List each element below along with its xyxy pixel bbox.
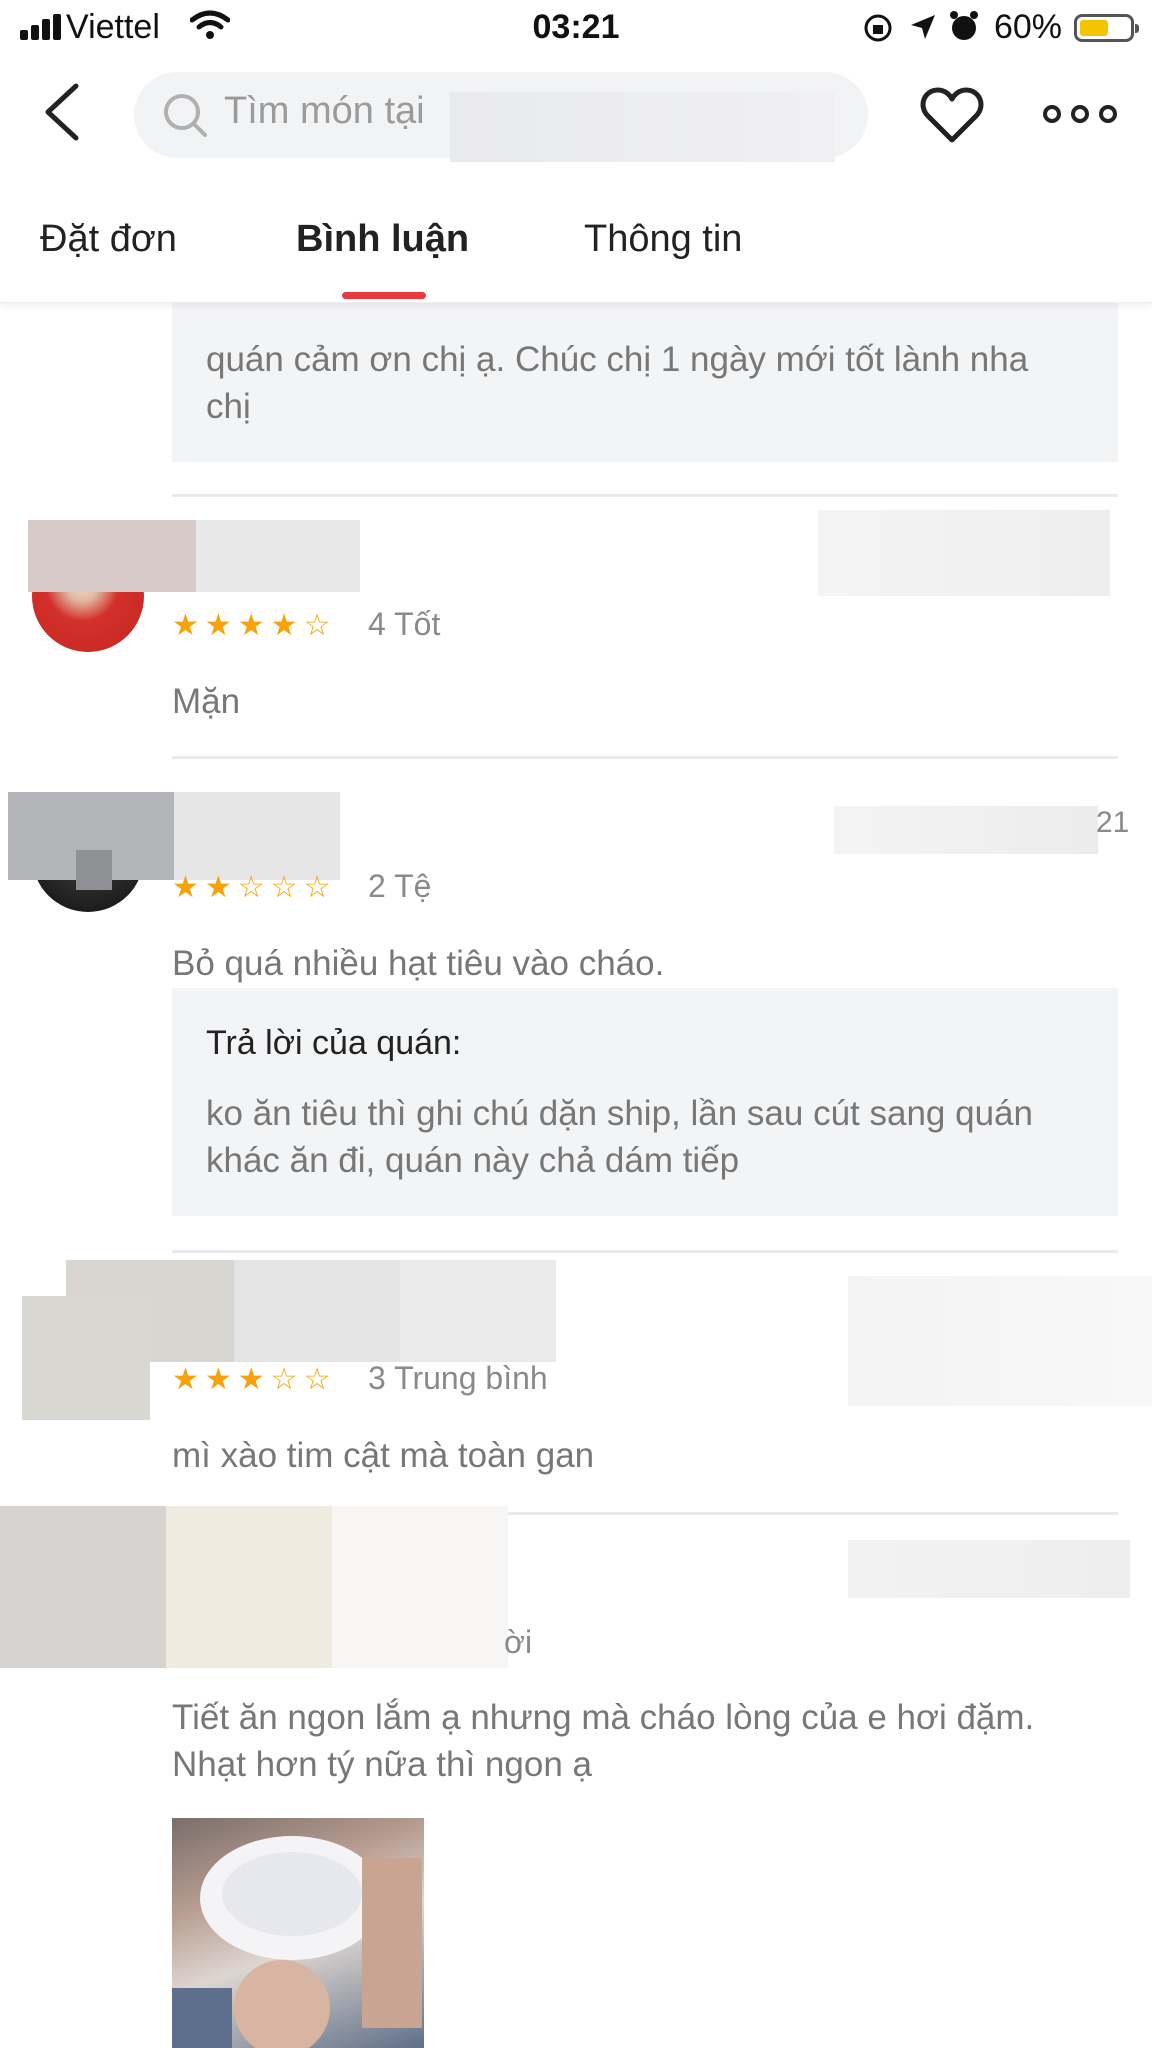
redacted-search-text bbox=[450, 92, 835, 162]
divider bbox=[172, 494, 1118, 497]
shop-reply-text: quán cảm ơn chị ạ. Chúc chị 1 ngày mới t… bbox=[206, 340, 1029, 426]
redacted-username bbox=[28, 520, 196, 592]
divider bbox=[172, 1250, 1118, 1253]
redacted-username bbox=[400, 1260, 556, 1362]
status-bar: Viettel 03:21 60% bbox=[0, 0, 1152, 58]
divider bbox=[172, 756, 1118, 759]
battery-percent: 60% bbox=[993, 8, 1062, 46]
rotation-lock-icon bbox=[862, 12, 894, 49]
active-tab-indicator bbox=[342, 292, 426, 299]
search-placeholder: Tìm món tại bbox=[224, 90, 425, 132]
redacted-avatar bbox=[0, 1506, 166, 1668]
tab-reviews[interactable]: Bình luận bbox=[296, 218, 469, 261]
more-dots-icon bbox=[1043, 105, 1117, 123]
review-comment: Tiết ăn ngon lắm ạ nhưng mà cháo lòng củ… bbox=[172, 1698, 1035, 1784]
alarm-icon bbox=[948, 10, 980, 49]
star-rating: ★★★★☆ bbox=[172, 609, 337, 642]
redacted-avatar bbox=[22, 1296, 150, 1420]
more-options-button[interactable] bbox=[1042, 98, 1118, 130]
back-button[interactable] bbox=[38, 82, 98, 142]
star-rating: ★★☆☆☆ bbox=[172, 871, 337, 904]
redacted-username bbox=[332, 1506, 508, 1668]
redacted-date bbox=[818, 510, 1110, 596]
chevron-left-icon bbox=[45, 83, 79, 141]
battery-icon bbox=[1074, 14, 1139, 42]
redacted-username bbox=[166, 1506, 332, 1668]
shop-reply-box: Trả lời của quán: ko ăn tiêu thì ghi chú… bbox=[172, 988, 1118, 1216]
rating-label: 3 Trung bình bbox=[368, 1360, 548, 1396]
heart-icon bbox=[920, 87, 984, 143]
shop-reply-text: ko ăn tiêu thì ghi chú dặn ship, lần sau… bbox=[206, 1094, 1033, 1180]
rating-label: 2 Tệ bbox=[368, 868, 432, 904]
redacted-date bbox=[848, 1540, 1130, 1598]
search-icon bbox=[162, 92, 208, 143]
review-comment: mì xào tim cật mà toàn gan bbox=[172, 1436, 595, 1475]
rating-label: 4 Tốt bbox=[368, 606, 441, 642]
tab-bar: Đặt đơn Bình luận Thông tin bbox=[0, 200, 1152, 303]
review-comment: Mặn bbox=[172, 682, 241, 721]
redacted-date bbox=[834, 806, 1098, 854]
star-rating: ★★★☆☆ bbox=[172, 1363, 337, 1396]
rating-label-fragment: ời bbox=[504, 1624, 533, 1660]
review-date-fragment: 21 bbox=[1096, 806, 1130, 839]
location-icon bbox=[908, 12, 938, 47]
redacted-username bbox=[196, 520, 360, 592]
tab-info[interactable]: Thông tin bbox=[584, 218, 742, 261]
redacted-avatar bbox=[76, 850, 112, 890]
favorite-heart-button[interactable] bbox=[920, 86, 984, 149]
redacted-date bbox=[848, 1276, 1152, 1406]
shop-reply-box: quán cảm ơn chị ạ. Chúc chị 1 ngày mới t… bbox=[172, 302, 1118, 462]
photo-placeholder bbox=[172, 1836, 422, 2048]
redacted-username bbox=[174, 792, 340, 880]
tab-order[interactable]: Đặt đơn bbox=[40, 218, 177, 261]
review-photo[interactable] bbox=[172, 1818, 424, 2048]
review-comment: Bỏ quá nhiều hạt tiêu vào cháo. bbox=[172, 944, 665, 983]
redacted-username bbox=[234, 1260, 400, 1362]
shop-reply-title: Trả lời của quán: bbox=[206, 1024, 462, 1062]
